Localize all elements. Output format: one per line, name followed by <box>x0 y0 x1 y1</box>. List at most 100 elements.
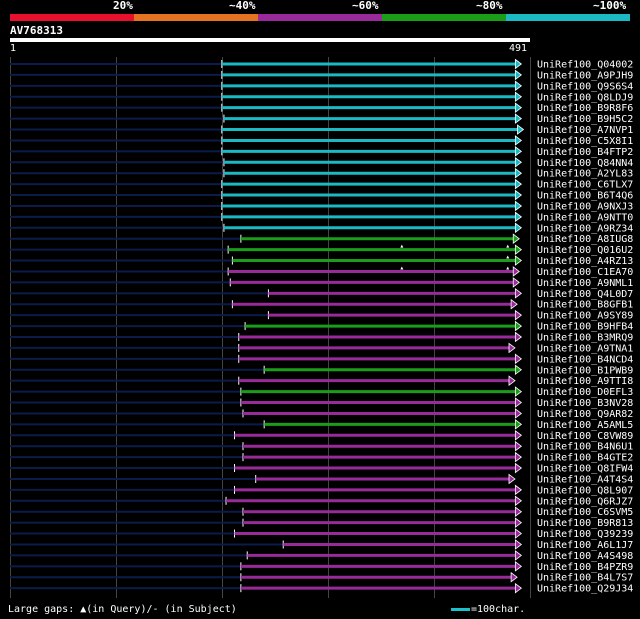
hit-id-link[interactable]: UniRef100_Q9AR82 <box>537 409 633 420</box>
hit-row[interactable]: UniRef100_Q04002 <box>10 58 633 71</box>
hit-id-link[interactable]: UniRef100_Q04002 <box>537 60 633 71</box>
hit-row[interactable]: UniRef100_A6L1J7 <box>10 539 633 551</box>
hit-id-link[interactable]: UniRef100_Q29J34 <box>537 584 633 595</box>
hit-row[interactable]: UniRef100_C6SVM5 <box>10 506 633 518</box>
hit-id-link[interactable]: UniRef100_A9TTI8 <box>537 376 633 387</box>
hit-id-link[interactable]: UniRef100_B4PZR9 <box>537 562 633 573</box>
hit-id-link[interactable]: UniRef100_Q9S6S4 <box>537 81 633 92</box>
hit-row[interactable]: UniRef100_A4RZ13 <box>10 255 633 267</box>
hit-row[interactable]: UniRef100_C6TLX7 <box>10 178 633 191</box>
hit-id-link[interactable]: UniRef100_C1EA70 <box>537 267 633 278</box>
hit-id-link[interactable]: UniRef100_A5AML5 <box>537 420 633 431</box>
hit-id-link[interactable]: UniRef100_B9R8F6 <box>537 103 633 114</box>
hit-row[interactable]: UniRef100_B4NCD4 <box>10 353 633 365</box>
hit-id-link[interactable]: UniRef100_B4NCD4 <box>537 354 633 365</box>
hit-id-link[interactable]: UniRef100_Q8LDJ9 <box>537 92 633 103</box>
hit-id-link[interactable]: UniRef100_C5X8I1 <box>537 136 633 147</box>
hit-row[interactable]: UniRef100_Q8L907 <box>10 484 633 496</box>
hit-row[interactable]: UniRef100_A9SY89 <box>10 309 633 322</box>
hit-row[interactable]: UniRef100_Q29J34 <box>10 582 633 595</box>
hit-id-link[interactable]: UniRef100_B4GTE2 <box>537 453 633 464</box>
hit-row[interactable]: UniRef100_B4PZR9 <box>10 561 633 573</box>
hit-row[interactable]: UniRef100_C5X8I1 <box>10 135 633 147</box>
hit-id-link[interactable]: UniRef100_B8GFB1 <box>537 300 633 311</box>
hit-id-link[interactable]: UniRef100_B4L7S7 <box>537 573 633 584</box>
gap-legend-text: Large gaps: ▲(in Query)/- (in Subject) <box>8 604 237 615</box>
hit-id-link[interactable]: UniRef100_Q8L907 <box>537 485 633 496</box>
hit-row[interactable]: UniRef100_A4T4S4 <box>10 473 633 485</box>
hit-row[interactable]: UniRef100_Q016U2 <box>10 244 633 256</box>
hit-id-link[interactable]: UniRef100_B4N6U1 <box>537 442 633 453</box>
hit-row[interactable]: UniRef100_Q39239 <box>10 528 633 540</box>
hit-row[interactable]: UniRef100_B9R8F6 <box>10 102 633 114</box>
hit-row[interactable]: UniRef100_A9NTT0 <box>10 211 633 223</box>
hit-id-link[interactable]: UniRef100_Q84NN4 <box>537 158 633 169</box>
hit-row[interactable]: UniRef100_Q9AR82 <box>10 408 633 420</box>
hit-id-link[interactable]: UniRef100_A7NVP1 <box>537 125 633 136</box>
hit-id-link[interactable]: UniRef100_Q016U2 <box>537 245 633 256</box>
hit-end-arrow <box>514 582 523 594</box>
hit-row[interactable]: UniRef100_A9TTI8 <box>10 375 633 387</box>
hit-id-link[interactable]: UniRef100_B4FTP2 <box>537 147 633 158</box>
hit-id-link[interactable]: UniRef100_B3MRQ9 <box>537 333 633 344</box>
hit-row[interactable]: UniRef100_Q8IFW4 <box>10 462 633 475</box>
hit-row[interactable]: UniRef100_B4GTE2 <box>10 451 633 464</box>
hit-row[interactable]: UniRef100_D0EFL3 <box>10 386 633 398</box>
hit-id-link[interactable]: UniRef100_B9HFB4 <box>537 322 633 333</box>
hit-row[interactable]: UniRef100_A4S498 <box>10 550 633 562</box>
hit-row[interactable]: UniRef100_B4FTP2 <box>10 146 633 158</box>
hit-row[interactable]: UniRef100_A9TNA1 <box>10 342 633 354</box>
hit-id-link[interactable]: UniRef100_A9NML1 <box>537 278 633 289</box>
hit-id-link[interactable]: UniRef100_B9H5C2 <box>537 114 633 125</box>
hit-row[interactable]: UniRef100_Q6RJZ7 <box>10 495 633 507</box>
hit-row[interactable]: UniRef100_B9H5C2 <box>10 113 633 125</box>
hit-id-link[interactable]: UniRef100_B9R813 <box>537 518 633 529</box>
hit-row[interactable]: UniRef100_B9R813 <box>10 517 633 529</box>
hit-row[interactable]: UniRef100_A2YL83 <box>10 167 633 180</box>
hit-row[interactable]: UniRef100_B3NV28 <box>10 397 633 409</box>
hit-id-link[interactable]: UniRef100_A9SY89 <box>537 311 633 322</box>
hit-id-link[interactable]: UniRef100_A2YL83 <box>537 169 633 180</box>
hit-row[interactable]: UniRef100_A9RZ34 <box>10 222 633 234</box>
hit-id-link[interactable]: UniRef100_A8IUG8 <box>537 234 633 245</box>
hit-id-link[interactable]: UniRef100_A4RZ13 <box>537 256 633 267</box>
hit-id-link[interactable]: UniRef100_Q39239 <box>537 529 633 540</box>
hit-id-link[interactable]: UniRef100_A9RZ34 <box>537 223 633 234</box>
hit-id-link[interactable]: UniRef100_A9PJH9 <box>537 70 633 81</box>
hit-row[interactable]: UniRef100_A9NML1 <box>10 277 633 289</box>
hit-row[interactable]: UniRef100_Q8LDJ9 <box>10 91 633 103</box>
hit-id-link[interactable]: UniRef100_B6T4Q6 <box>537 191 633 202</box>
hit-id-link[interactable]: UniRef100_Q8IFW4 <box>537 464 633 475</box>
hit-id-link[interactable]: UniRef100_A4T4S4 <box>537 474 633 485</box>
hit-row[interactable]: UniRef100_C8VW89 <box>10 429 633 442</box>
hit-row[interactable]: UniRef100_B4N6U1 <box>10 440 633 453</box>
hit-id-link[interactable]: UniRef100_C8VW89 <box>537 431 633 442</box>
hit-id-link[interactable]: UniRef100_A9NXJ3 <box>537 201 633 212</box>
hit-row[interactable]: UniRef100_Q84NN4 <box>10 156 633 169</box>
hit-row[interactable]: UniRef100_B9HFB4 <box>10 320 633 333</box>
hit-row[interactable]: UniRef100_B3MRQ9 <box>10 331 633 344</box>
hit-id-link[interactable]: UniRef100_A9TNA1 <box>537 343 633 354</box>
hit-row[interactable]: UniRef100_B8GFB1 <box>10 298 633 311</box>
hit-row[interactable]: UniRef100_B6T4Q6 <box>10 189 633 202</box>
hit-id-link[interactable]: UniRef100_C6SVM5 <box>537 507 633 518</box>
hit-id-link[interactable]: UniRef100_C6TLX7 <box>537 180 633 191</box>
hit-row[interactable]: UniRef100_A9NXJ3 <box>10 200 633 212</box>
hit-id-link[interactable]: UniRef100_D0EFL3 <box>537 387 633 398</box>
hit-id-link[interactable]: UniRef100_Q6RJZ7 <box>537 496 633 507</box>
hit-row[interactable]: UniRef100_Q9S6S4 <box>10 80 633 92</box>
hit-id-link[interactable]: UniRef100_B3NV28 <box>537 398 633 409</box>
hit-row[interactable]: UniRef100_A9PJH9 <box>10 69 633 81</box>
hit-id-link[interactable]: UniRef100_B1PWB9 <box>537 365 633 376</box>
hit-row[interactable]: UniRef100_B1PWB9 <box>10 364 633 376</box>
hit-id-link[interactable]: UniRef100_A9NTT0 <box>537 212 633 223</box>
hit-row[interactable]: UniRef100_B4L7S7 <box>10 571 633 584</box>
hit-id-link[interactable]: UniRef100_A6L1J7 <box>537 540 633 551</box>
hit-row[interactable]: UniRef100_C1EA70 <box>10 266 633 278</box>
hit-row[interactable]: UniRef100_A7NVP1 <box>10 124 633 136</box>
hit-id-link[interactable]: UniRef100_A4S498 <box>537 551 633 562</box>
hit-row[interactable]: UniRef100_A5AML5 <box>10 419 633 431</box>
hit-id-link[interactable]: UniRef100_Q4L0D7 <box>537 289 633 300</box>
hit-row[interactable]: UniRef100_A8IUG8 <box>10 233 633 245</box>
hit-row[interactable]: UniRef100_Q4L0D7 <box>10 288 633 300</box>
